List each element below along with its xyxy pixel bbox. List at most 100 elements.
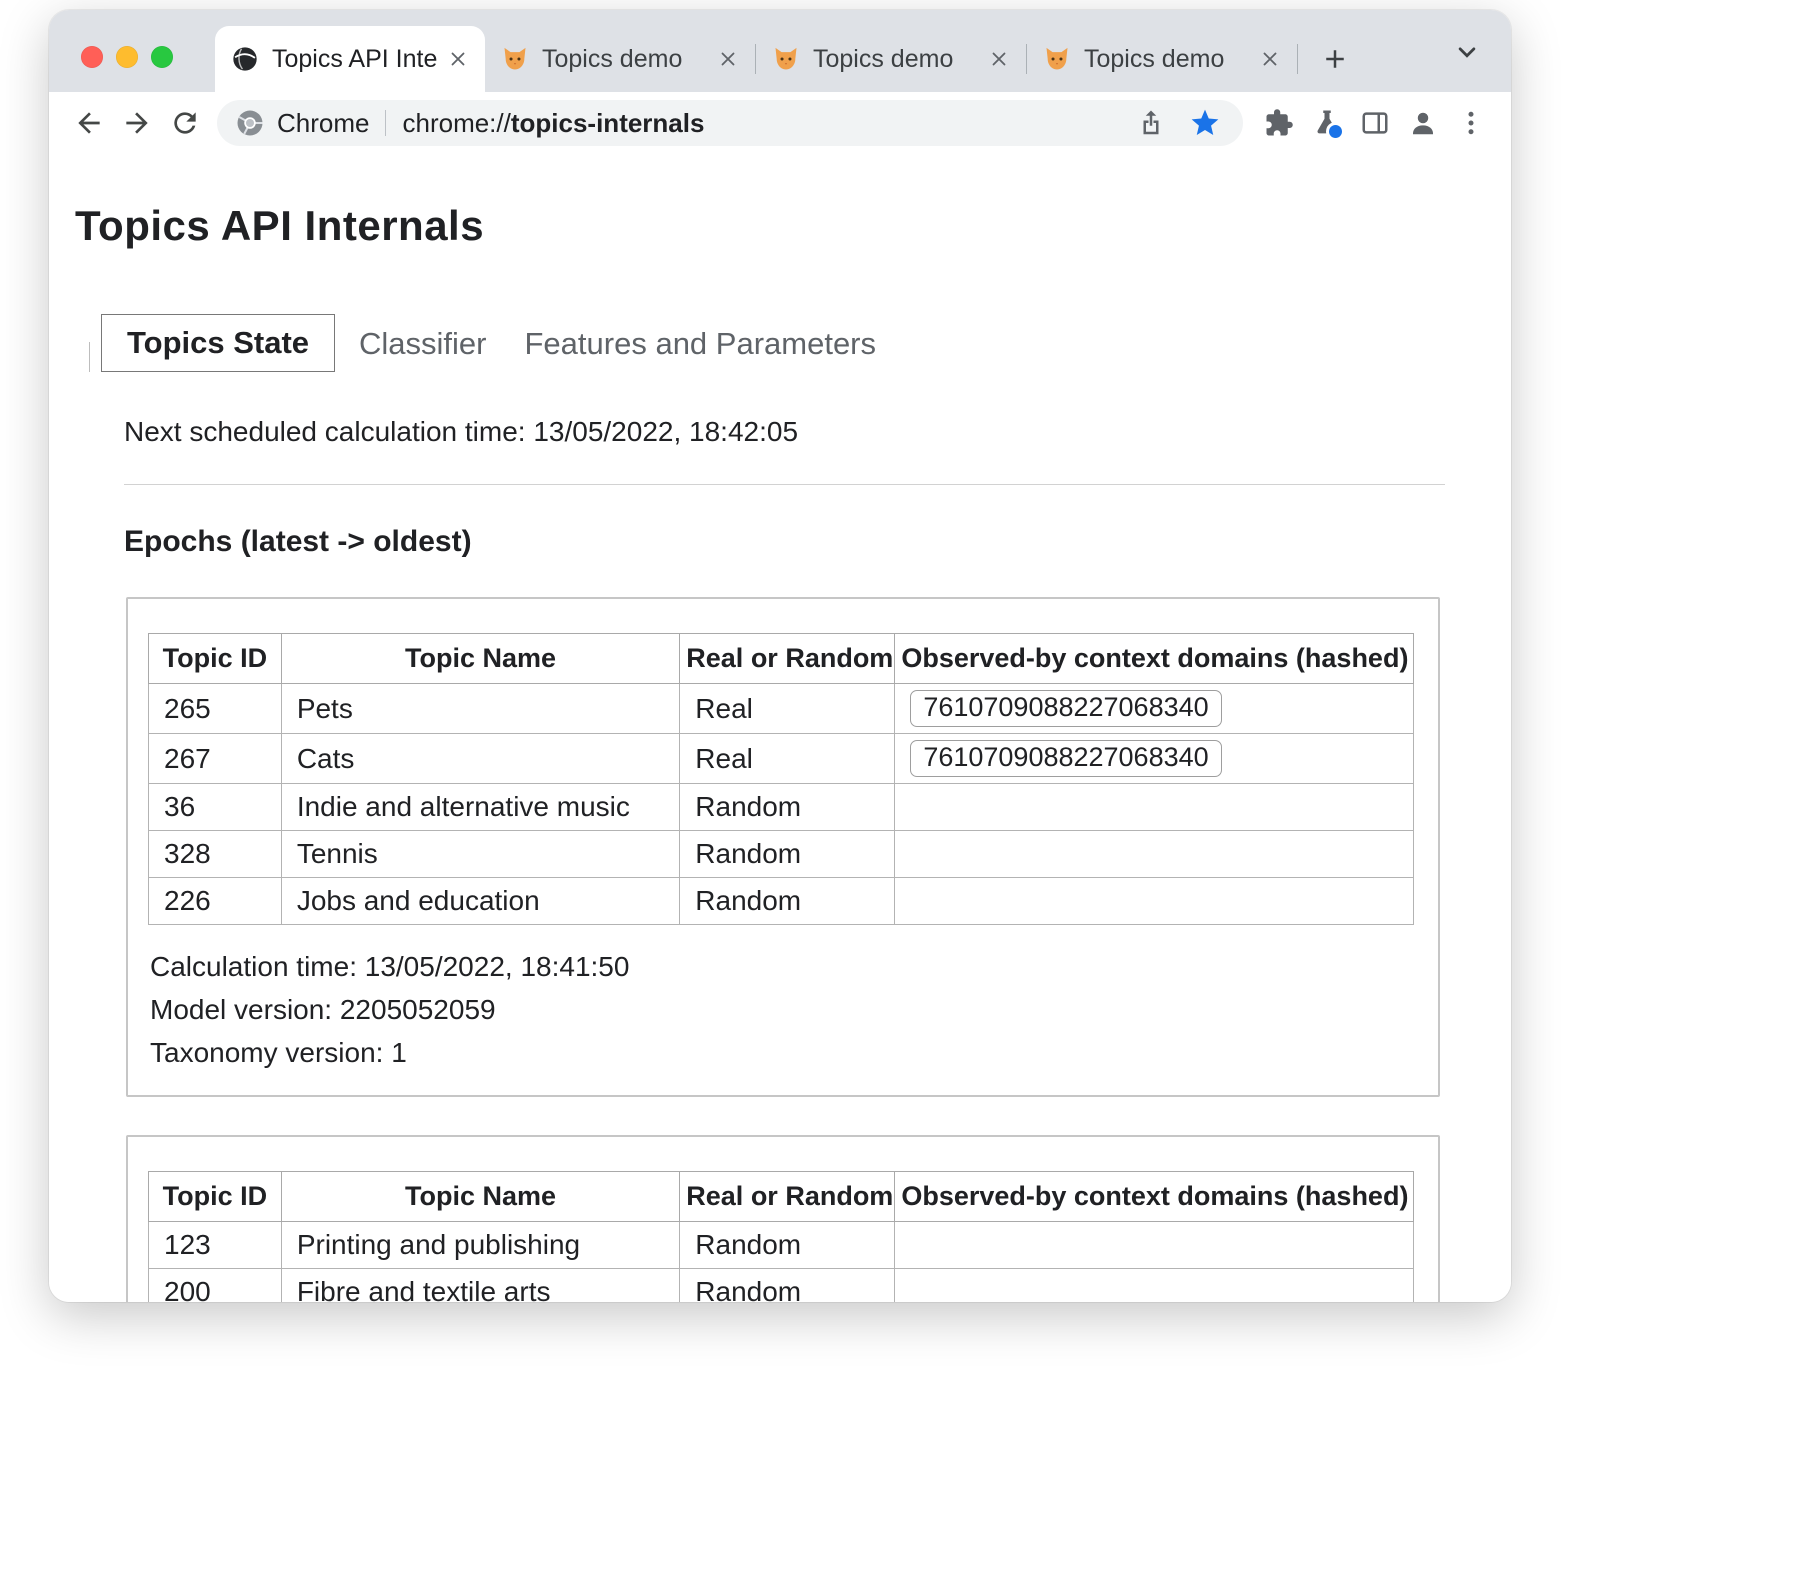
topic-id-cell: 226 <box>149 878 282 925</box>
tab-divider <box>1026 44 1027 74</box>
tab-title: Topics demo <box>813 45 978 74</box>
topic-name-cell: Jobs and education <box>281 878 679 925</box>
column-header-real-or-random: Real or Random <box>680 1172 895 1222</box>
topic-id-cell: 123 <box>149 1222 282 1269</box>
browser-tab-topics-demo-3[interactable]: Topics demo <box>1027 26 1297 92</box>
bookmark-star-icon[interactable] <box>1185 103 1225 143</box>
topics-table: Topic ID Topic Name Real or Random Obser… <box>148 1171 1414 1302</box>
avatar-icon <box>1408 108 1438 138</box>
browser-tab-topics-demo-1[interactable]: Topics demo <box>485 26 755 92</box>
tab-divider <box>1297 44 1298 74</box>
tab-title: Topics API Intern <box>272 45 437 74</box>
url-text: chrome://topics-internals <box>402 108 704 139</box>
topic-name-cell: Printing and publishing <box>281 1222 679 1269</box>
panel-tabs: Topics State Classifier Features and Par… <box>89 314 1511 372</box>
column-header-topic-id: Topic ID <box>149 1172 282 1222</box>
topic-id-cell: 200 <box>149 1269 282 1303</box>
toolbar-right-icons <box>1255 99 1495 147</box>
real-or-random-cell: Random <box>680 784 895 831</box>
back-icon <box>73 107 105 139</box>
table-row: 265 Pets Real 7610709088227068340 <box>149 684 1414 734</box>
reload-button[interactable] <box>161 99 209 147</box>
chrome-logo-icon <box>235 108 265 138</box>
topic-name-cell: Indie and alternative music <box>281 784 679 831</box>
real-or-random-cell: Random <box>680 878 895 925</box>
observed-domains-cell <box>895 878 1414 925</box>
tab-close-icon[interactable] <box>443 44 473 74</box>
observed-domains-cell <box>895 1269 1414 1303</box>
new-tab-button[interactable] <box>1308 32 1362 86</box>
url-host: topics-internals <box>511 108 705 138</box>
epochs-heading: Epochs (latest -> oldest) <box>124 525 1511 559</box>
url-scheme: chrome:// <box>402 108 510 138</box>
real-or-random-cell: Random <box>680 1222 895 1269</box>
macos-zoom-button[interactable] <box>151 46 173 68</box>
tab-features-parameters[interactable]: Features and Parameters <box>525 316 877 372</box>
observed-domain-hash: 7610709088227068340 <box>910 740 1221 777</box>
globe-favicon <box>231 45 259 73</box>
column-header-observed-by: Observed-by context domains (hashed) <box>895 634 1414 684</box>
reload-icon <box>169 107 201 139</box>
tab-close-icon[interactable] <box>1255 44 1285 74</box>
section-divider <box>124 484 1445 485</box>
browser-window: Topics API Intern Topics demo <box>49 10 1511 1302</box>
observed-domains-cell <box>895 1222 1414 1269</box>
kebab-icon <box>1456 108 1486 138</box>
observed-domains-cell: 7610709088227068340 <box>895 734 1414 784</box>
share-icon[interactable] <box>1131 103 1171 143</box>
column-header-topic-id: Topic ID <box>149 634 282 684</box>
real-or-random-cell: Random <box>680 831 895 878</box>
page-title: Topics API Internals <box>75 202 1511 250</box>
tab-classifier[interactable]: Classifier <box>359 316 486 372</box>
real-or-random-cell: Real <box>680 734 895 784</box>
table-row: 226 Jobs and education Random <box>149 878 1414 925</box>
macos-minimize-button[interactable] <box>116 46 138 68</box>
observed-domains-cell: 7610709088227068340 <box>895 684 1414 734</box>
epoch-container-1: Topic ID Topic Name Real or Random Obser… <box>126 597 1440 1097</box>
browser-tab-topics-internals[interactable]: Topics API Intern <box>215 26 485 92</box>
real-or-random-cell: Random <box>680 1269 895 1303</box>
site-name-label: Chrome <box>277 108 369 139</box>
tab-topics-state[interactable]: Topics State <box>101 314 335 372</box>
macos-close-button[interactable] <box>81 46 103 68</box>
topic-id-cell: 267 <box>149 734 282 784</box>
tab-divider <box>755 44 756 74</box>
back-button[interactable] <box>65 99 113 147</box>
cat-favicon <box>501 45 529 73</box>
column-header-topic-name: Topic Name <box>281 1172 679 1222</box>
topics-table: Topic ID Topic Name Real or Random Obser… <box>148 633 1414 925</box>
topic-name-cell: Tennis <box>281 831 679 878</box>
table-row: 267 Cats Real 7610709088227068340 <box>149 734 1414 784</box>
tab-search-chevron-icon[interactable] <box>1449 34 1485 70</box>
omnibox-divider <box>385 110 386 136</box>
epoch-container-2: Topic ID Topic Name Real or Random Obser… <box>126 1135 1440 1302</box>
taxonomy-version: Taxonomy version: 1 <box>150 1037 1414 1069</box>
column-header-observed-by: Observed-by context domains (hashed) <box>895 1172 1414 1222</box>
browser-tab-topics-demo-2[interactable]: Topics demo <box>756 26 1026 92</box>
tab-close-icon[interactable] <box>984 44 1014 74</box>
observed-domains-cell <box>895 784 1414 831</box>
cat-favicon <box>1043 45 1071 73</box>
table-row: 123 Printing and publishing Random <box>149 1222 1414 1269</box>
calculation-time: Calculation time: 13/05/2022, 18:41:50 <box>150 951 1414 983</box>
extensions-button[interactable] <box>1255 99 1303 147</box>
table-row: 328 Tennis Random <box>149 831 1414 878</box>
experiments-button[interactable] <box>1303 99 1351 147</box>
menu-button[interactable] <box>1447 99 1495 147</box>
next-calculation-time: Next scheduled calculation time: 13/05/2… <box>124 416 1511 448</box>
cat-favicon <box>772 45 800 73</box>
tab-close-icon[interactable] <box>713 44 743 74</box>
real-or-random-cell: Real <box>680 684 895 734</box>
tab-strip: Topics API Intern Topics demo <box>49 10 1511 92</box>
forward-button[interactable] <box>113 99 161 147</box>
table-row: 200 Fibre and textile arts Random <box>149 1269 1414 1303</box>
profile-button[interactable] <box>1399 99 1447 147</box>
topic-id-cell: 265 <box>149 684 282 734</box>
toolbar: Chrome chrome://topics-internals <box>49 92 1511 154</box>
column-header-topic-name: Topic Name <box>281 634 679 684</box>
side-panel-button[interactable] <box>1351 99 1399 147</box>
topic-id-cell: 36 <box>149 784 282 831</box>
topic-name-cell: Pets <box>281 684 679 734</box>
table-row: 36 Indie and alternative music Random <box>149 784 1414 831</box>
address-bar[interactable]: Chrome chrome://topics-internals <box>217 100 1243 146</box>
